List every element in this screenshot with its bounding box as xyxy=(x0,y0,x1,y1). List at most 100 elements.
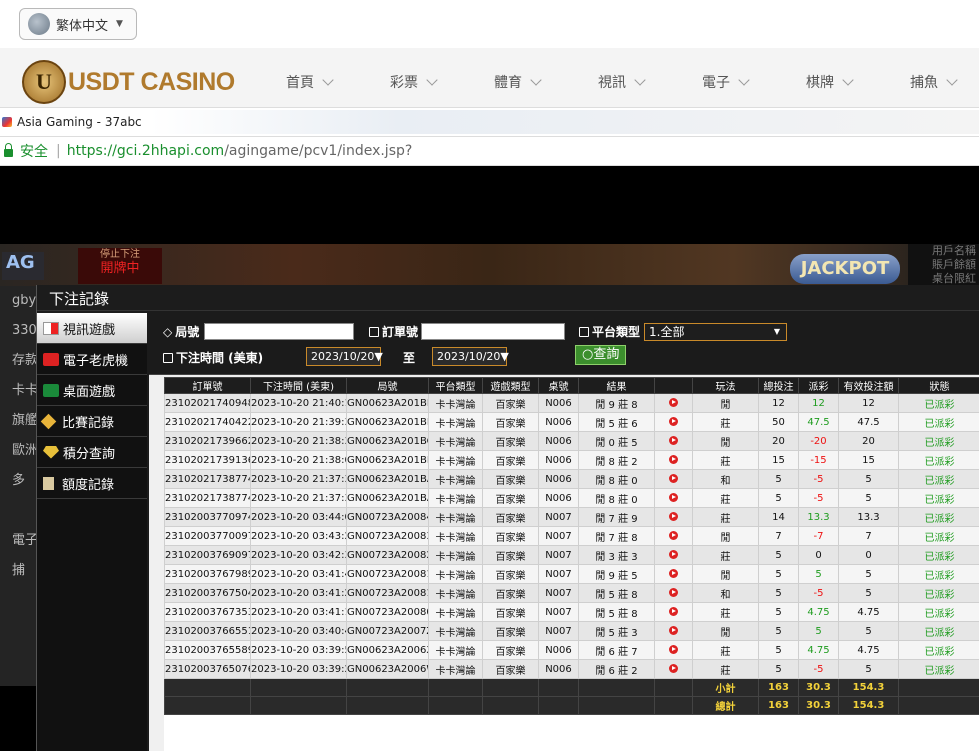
table-cell: 卡卡灣論 xyxy=(428,450,483,470)
table-cell: 莊 xyxy=(692,450,759,470)
table-cell[interactable]: 231020037709740 xyxy=(164,507,251,527)
nav-home[interactable]: 首頁 xyxy=(258,72,362,92)
language-bar: 繁体中文 ▼ xyxy=(0,0,979,48)
table-row: 2310200376655182023-10-20 03:40:44GN0072… xyxy=(164,621,979,641)
date-from-picker[interactable]: 2023/10/20▼ xyxy=(306,347,383,366)
table-cell: 卡卡灣論 xyxy=(428,393,483,413)
video-replay-icon[interactable] xyxy=(669,474,678,483)
table-cell: 2023-10-20 03:41:17 xyxy=(250,602,347,622)
table-cell: 5 xyxy=(838,621,899,641)
summary-cell: 總計 xyxy=(692,696,759,715)
table-row: 2310200376750462023-10-20 03:41:25GN0072… xyxy=(164,583,979,603)
nav-live[interactable]: 視訊 xyxy=(570,72,674,92)
video-replay-icon[interactable] xyxy=(669,531,678,540)
table-cell: GN00623A201BC xyxy=(346,431,429,451)
video-replay-icon[interactable] xyxy=(669,607,678,616)
table-cell: 47.5 xyxy=(838,412,899,432)
table-row: 2310202174042242023-10-20 21:39:36GN0062… xyxy=(164,412,979,432)
nav-slots[interactable]: 電子 xyxy=(674,72,778,92)
tab-title[interactable]: Asia Gaming - 37abc xyxy=(17,115,142,129)
summary-cell xyxy=(898,678,979,697)
tag-icon xyxy=(40,413,57,429)
table-cell: 閒 9 莊 8 xyxy=(578,393,655,413)
table-cell: N006 xyxy=(538,488,579,508)
replay-cell xyxy=(654,621,693,641)
table-cell: N006 xyxy=(538,640,579,660)
table-cell[interactable]: 231020037650762 xyxy=(164,659,251,679)
table-cell[interactable]: 231020217387748 xyxy=(164,469,251,489)
platform-select[interactable]: 1.全部 ▼ xyxy=(644,323,787,341)
table-cell: 百家樂 xyxy=(482,545,539,565)
video-replay-icon[interactable] xyxy=(669,550,678,559)
language-selector[interactable]: 繁体中文 ▼ xyxy=(19,8,137,40)
video-replay-icon[interactable] xyxy=(669,417,678,426)
table-cell: 已派彩 xyxy=(898,507,979,527)
table-cell[interactable]: 231020217391366 xyxy=(164,450,251,470)
table-cell: 閒 8 莊 0 xyxy=(578,488,655,508)
menu-table-games[interactable]: 桌面遊戲 xyxy=(37,375,147,406)
video-replay-icon[interactable] xyxy=(669,588,678,597)
table-cell[interactable]: 231020037679898 xyxy=(164,564,251,584)
nav-lottery[interactable]: 彩票 xyxy=(362,72,466,92)
table-cell: N007 xyxy=(538,564,579,584)
menu-match-records[interactable]: 比賽記錄 xyxy=(37,406,147,437)
table-cell: 5 xyxy=(758,545,799,565)
table-cell: 已派彩 xyxy=(898,431,979,451)
table-cell: N007 xyxy=(538,545,579,565)
menu-live-games[interactable]: 視訊遊戲 xyxy=(37,313,147,344)
table-cell: N006 xyxy=(538,450,579,470)
table-cell[interactable]: 231020037665518 xyxy=(164,621,251,641)
video-replay-icon[interactable] xyxy=(669,436,678,445)
table-cell: GN00723A20081 xyxy=(346,564,429,584)
nav-fishing[interactable]: 捕魚 xyxy=(882,72,979,92)
table-cell: 5 xyxy=(758,583,799,603)
table-cell: 卡卡灣論 xyxy=(428,412,483,432)
table-cell[interactable]: 231020217409485 xyxy=(164,393,251,413)
replay-cell xyxy=(654,545,693,565)
replay-cell xyxy=(654,412,693,432)
table-cell[interactable]: 231020037673536 xyxy=(164,602,251,622)
table-cell: -7 xyxy=(798,526,839,546)
table-cell: 已派彩 xyxy=(898,640,979,660)
replay-cell xyxy=(654,507,693,527)
menu-credit-records[interactable]: 額度記錄 xyxy=(37,468,147,499)
table-cell: 5 xyxy=(758,469,799,489)
chevron-down-icon xyxy=(946,74,958,86)
date-to-picker[interactable]: 2023/10/20▼ xyxy=(432,347,509,366)
table-cell: GN00623A201BA xyxy=(346,488,429,508)
video-replay-icon[interactable] xyxy=(669,664,678,673)
site-logo[interactable]: U USDT CASINO xyxy=(22,60,235,104)
order-input[interactable] xyxy=(421,323,565,340)
video-replay-icon[interactable] xyxy=(669,569,678,578)
table-cell[interactable]: 231020037675046 xyxy=(164,583,251,603)
table-cell: 5 xyxy=(758,640,799,660)
summary-cell xyxy=(482,696,539,715)
video-replay-icon[interactable] xyxy=(669,493,678,502)
table-cell: 閒 xyxy=(692,621,759,641)
ag-logo: AG xyxy=(2,252,44,280)
table-cell: N007 xyxy=(538,583,579,603)
table-cell: 卡卡灣論 xyxy=(428,602,483,622)
summary-cell xyxy=(428,696,483,715)
nav-chess[interactable]: 棋牌 xyxy=(778,72,882,92)
table-cell[interactable]: 231020037700970 xyxy=(164,526,251,546)
table-cell[interactable]: 231020037655898 xyxy=(164,640,251,660)
table-cell[interactable]: 231020037690974 xyxy=(164,545,251,565)
video-replay-icon[interactable] xyxy=(669,645,678,654)
menu-points[interactable]: 積分查詢 xyxy=(37,437,147,468)
video-replay-icon[interactable] xyxy=(669,455,678,464)
query-button[interactable]: ○查詢 xyxy=(575,345,627,365)
address-bar[interactable]: 安全 | https://gci.2hhapi.com/agingame/pcv… xyxy=(0,136,979,166)
menu-slots[interactable]: 電子老虎機 xyxy=(37,344,147,375)
table-cell: 5 xyxy=(758,488,799,508)
round-input[interactable] xyxy=(204,323,354,340)
video-replay-icon[interactable] xyxy=(669,512,678,521)
table-cell[interactable]: 231020217387747 xyxy=(164,488,251,508)
nav-sports[interactable]: 體育 xyxy=(466,72,570,92)
summary-cell: 154.3 xyxy=(838,678,899,697)
table-cell: GN00723A20082 xyxy=(346,545,429,565)
table-cell[interactable]: 231020217396621 xyxy=(164,431,251,451)
video-replay-icon[interactable] xyxy=(669,398,678,407)
table-cell[interactable]: 231020217404224 xyxy=(164,412,251,432)
video-replay-icon[interactable] xyxy=(669,626,678,635)
